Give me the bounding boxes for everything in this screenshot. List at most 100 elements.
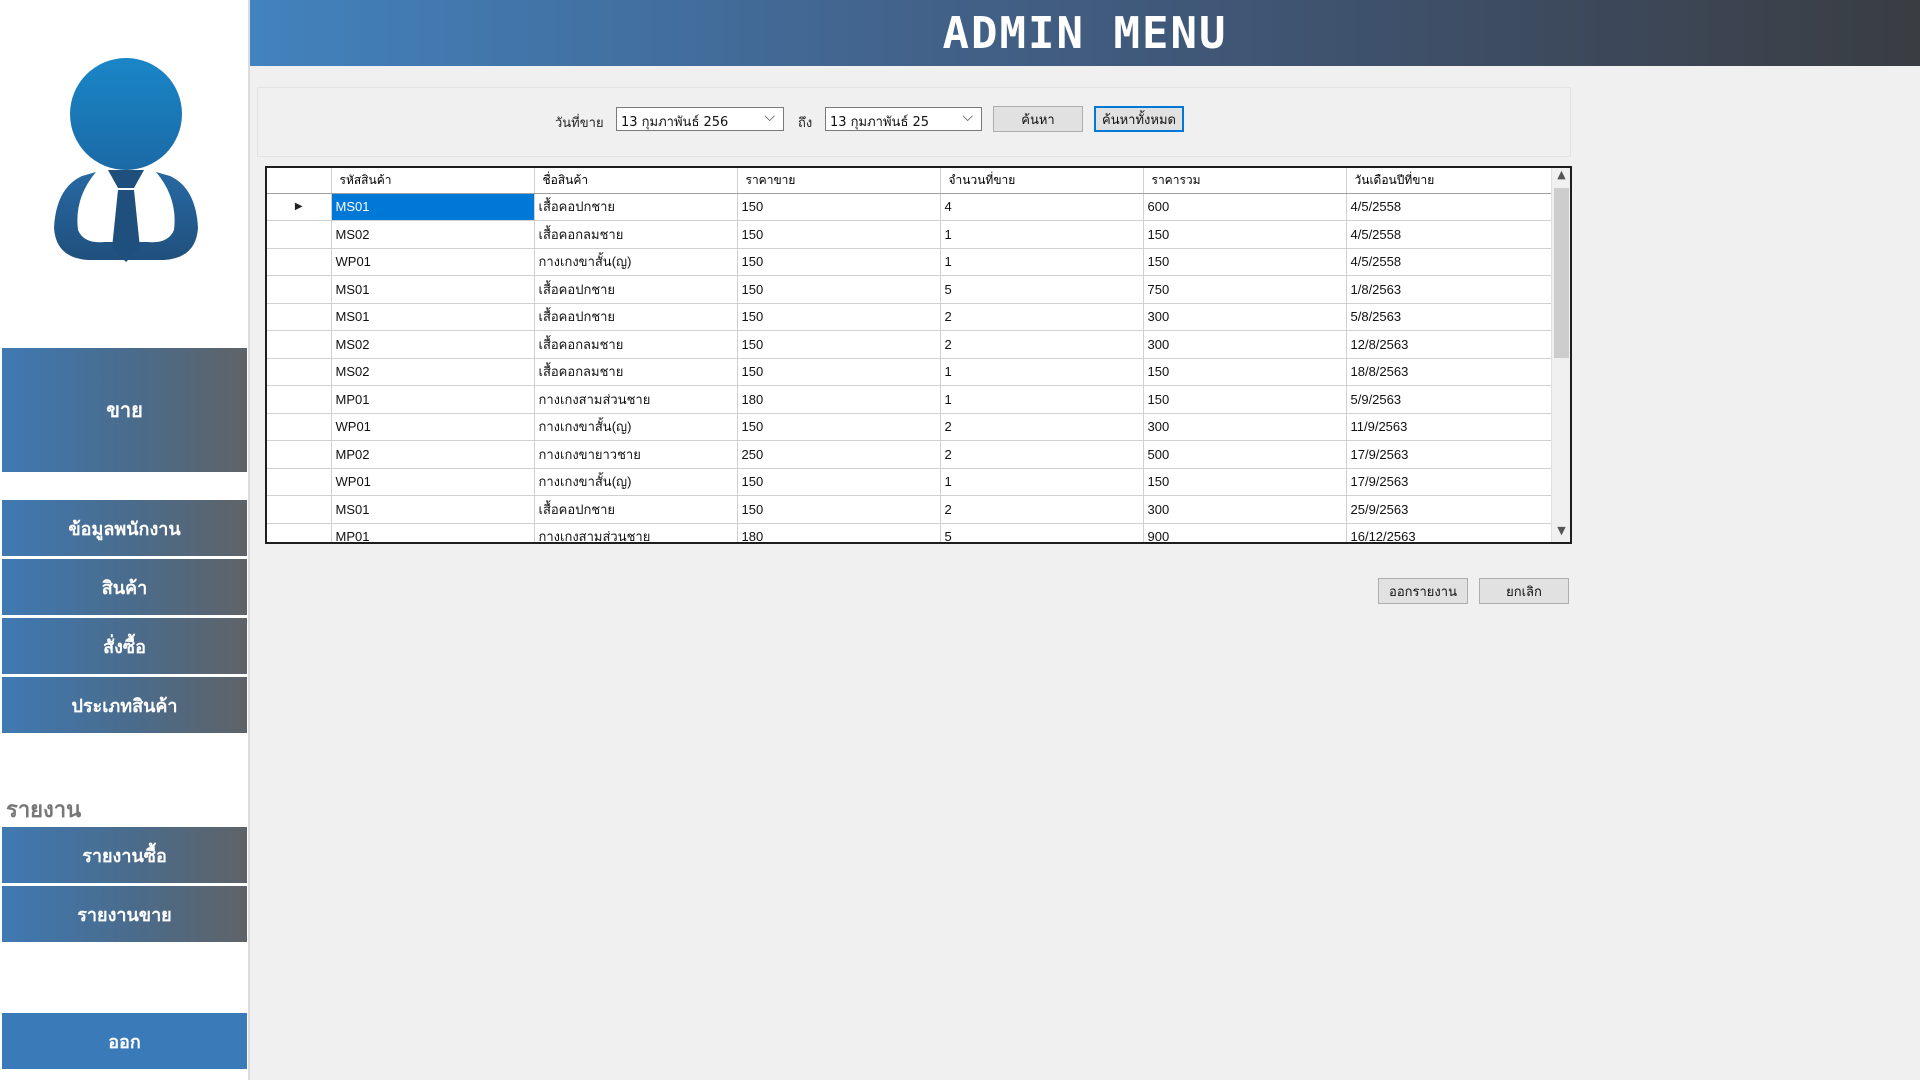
nav-report-sell-button[interactable]: รายงานขาย: [2, 886, 247, 942]
table-cell[interactable]: 4/5/2558: [1346, 220, 1554, 249]
table-cell[interactable]: 1: [940, 468, 1144, 496]
row-header[interactable]: [267, 413, 332, 441]
table-row[interactable]: MS02 เสื้อคอกลมชาย 150 2 300 12/8/2563: [267, 330, 1554, 359]
table-cell[interactable]: 150: [1143, 248, 1347, 276]
table-cell[interactable]: 1: [940, 385, 1144, 414]
table-cell[interactable]: 300: [1143, 413, 1347, 441]
row-header[interactable]: [267, 220, 332, 249]
table-cell[interactable]: 1: [940, 248, 1144, 276]
table-cell[interactable]: MP01: [331, 385, 535, 414]
vertical-scrollbar[interactable]: ▲ ▼: [1551, 168, 1570, 542]
table-cell[interactable]: กางเกงขายาวชาย: [534, 440, 738, 469]
table-cell[interactable]: MP01: [331, 523, 535, 542]
table-row[interactable]: ▶ MS01 เสื้อคอปกชาย 150 4 600 4/5/2558: [267, 193, 1554, 221]
search-button[interactable]: ค้นหา: [993, 106, 1083, 132]
table-cell[interactable]: เสื้อคอปกชาย: [534, 303, 738, 331]
table-cell[interactable]: MS01: [331, 303, 535, 331]
table-cell[interactable]: เสื้อคอกลมชาย: [534, 358, 738, 386]
table-cell[interactable]: MS01: [331, 275, 535, 304]
table-cell[interactable]: WP01: [331, 248, 535, 276]
table-row[interactable]: MS02 เสื้อคอกลมชาย 150 1 150 4/5/2558: [267, 220, 1554, 249]
table-cell[interactable]: 11/9/2563: [1346, 413, 1554, 441]
table-cell[interactable]: เสื้อคอกลมชาย: [534, 330, 738, 359]
search-all-button[interactable]: ค้นหาทั้งหมด: [1094, 106, 1184, 132]
scroll-up-icon[interactable]: ▲: [1552, 168, 1570, 186]
to-date-picker[interactable]: 13 กุมภาพันธ์ 25 ⌵: [825, 107, 982, 131]
table-cell[interactable]: กางเกงขาสั้น(ญ): [534, 468, 738, 496]
row-header[interactable]: [267, 523, 332, 542]
table-cell[interactable]: 17/9/2563: [1346, 468, 1554, 496]
table-cell[interactable]: 250: [737, 440, 941, 469]
table-cell[interactable]: กางเกงสามส่วนชาย: [534, 523, 738, 542]
table-cell[interactable]: MS02: [331, 358, 535, 386]
nav-order-button[interactable]: สั่งซื้อ: [2, 618, 247, 674]
table-cell[interactable]: 300: [1143, 303, 1347, 331]
col-header[interactable]: ชื่อสินค้า: [534, 168, 738, 194]
table-cell[interactable]: 2: [940, 303, 1144, 331]
table-cell[interactable]: 150: [737, 220, 941, 249]
table-cell[interactable]: 150: [737, 413, 941, 441]
row-header[interactable]: [267, 303, 332, 331]
report-button[interactable]: ออกรายงาน: [1378, 578, 1468, 604]
row-header[interactable]: [267, 468, 332, 496]
nav-product-button[interactable]: สินค้า: [2, 559, 247, 615]
table-row[interactable]: MS02 เสื้อคอกลมชาย 150 1 150 18/8/2563: [267, 358, 1554, 386]
row-header[interactable]: [267, 358, 332, 386]
table-cell[interactable]: 1: [940, 220, 1144, 249]
row-header[interactable]: [267, 385, 332, 414]
table-cell[interactable]: 2: [940, 440, 1144, 469]
nav-product-type-button[interactable]: ประเภทสินค้า: [2, 677, 247, 733]
table-cell[interactable]: 1: [940, 358, 1144, 386]
row-header[interactable]: [267, 275, 332, 304]
table-cell[interactable]: MS02: [331, 330, 535, 359]
table-cell[interactable]: 12/8/2563: [1346, 330, 1554, 359]
table-cell[interactable]: 2: [940, 413, 1144, 441]
table-cell[interactable]: 4: [940, 193, 1144, 221]
table-cell[interactable]: 150: [737, 303, 941, 331]
nav-employee-button[interactable]: ข้อมูลพนักงาน: [2, 500, 247, 556]
table-cell[interactable]: 25/9/2563: [1346, 495, 1554, 524]
col-header[interactable]: ราคารวม: [1143, 168, 1347, 194]
table-cell[interactable]: 5/8/2563: [1346, 303, 1554, 331]
table-cell[interactable]: MS02: [331, 220, 535, 249]
row-header[interactable]: ▶: [267, 193, 332, 221]
table-cell[interactable]: WP01: [331, 413, 535, 441]
table-row[interactable]: WP01 กางเกงขาสั้น(ญ) 150 2 300 11/9/2563: [267, 413, 1554, 441]
table-cell[interactable]: 4/5/2558: [1346, 193, 1554, 221]
table-cell[interactable]: 150: [737, 495, 941, 524]
row-header[interactable]: [267, 495, 332, 524]
table-cell[interactable]: MP02: [331, 440, 535, 469]
cancel-button[interactable]: ยกเลิก: [1479, 578, 1569, 604]
table-cell[interactable]: 900: [1143, 523, 1347, 542]
table-cell[interactable]: 150: [1143, 468, 1347, 496]
exit-button[interactable]: ออก: [2, 1013, 247, 1069]
table-cell[interactable]: 2: [940, 330, 1144, 359]
table-row[interactable]: MP01 กางเกงสามส่วนชาย 180 5 900 16/12/2563: [267, 523, 1554, 542]
table-cell[interactable]: 750: [1143, 275, 1347, 304]
table-cell[interactable]: 600: [1143, 193, 1347, 221]
table-cell[interactable]: เสื้อคอปกชาย: [534, 275, 738, 304]
row-header[interactable]: [267, 330, 332, 359]
table-cell[interactable]: MS01: [331, 193, 535, 221]
row-header[interactable]: [267, 440, 332, 469]
col-header[interactable]: ราคาขาย: [737, 168, 941, 194]
table-cell[interactable]: 150: [737, 358, 941, 386]
table-cell[interactable]: เสื้อคอกลมชาย: [534, 220, 738, 249]
table-cell[interactable]: 150: [737, 468, 941, 496]
nav-sale-button[interactable]: ขาย: [2, 348, 247, 472]
table-cell[interactable]: 4/5/2558: [1346, 248, 1554, 276]
table-row[interactable]: WP01 กางเกงขาสั้น(ญ) 150 1 150 4/5/2558: [267, 248, 1554, 276]
table-cell[interactable]: 150: [737, 248, 941, 276]
scroll-down-icon[interactable]: ▼: [1552, 524, 1570, 542]
table-cell[interactable]: เสื้อคอปกชาย: [534, 193, 738, 221]
table-cell[interactable]: 2: [940, 495, 1144, 524]
table-cell[interactable]: 150: [737, 193, 941, 221]
from-date-picker[interactable]: 13 กุมภาพันธ์ 256 ⌵: [616, 107, 784, 131]
table-cell[interactable]: 500: [1143, 440, 1347, 469]
table-row[interactable]: MP02 กางเกงขายาวชาย 250 2 500 17/9/2563: [267, 440, 1554, 469]
table-cell[interactable]: 150: [1143, 385, 1347, 414]
scroll-thumb[interactable]: [1554, 188, 1569, 358]
table-cell[interactable]: MS01: [331, 495, 535, 524]
col-header[interactable]: รหัสสินค้า: [331, 168, 535, 194]
table-cell[interactable]: 1/8/2563: [1346, 275, 1554, 304]
